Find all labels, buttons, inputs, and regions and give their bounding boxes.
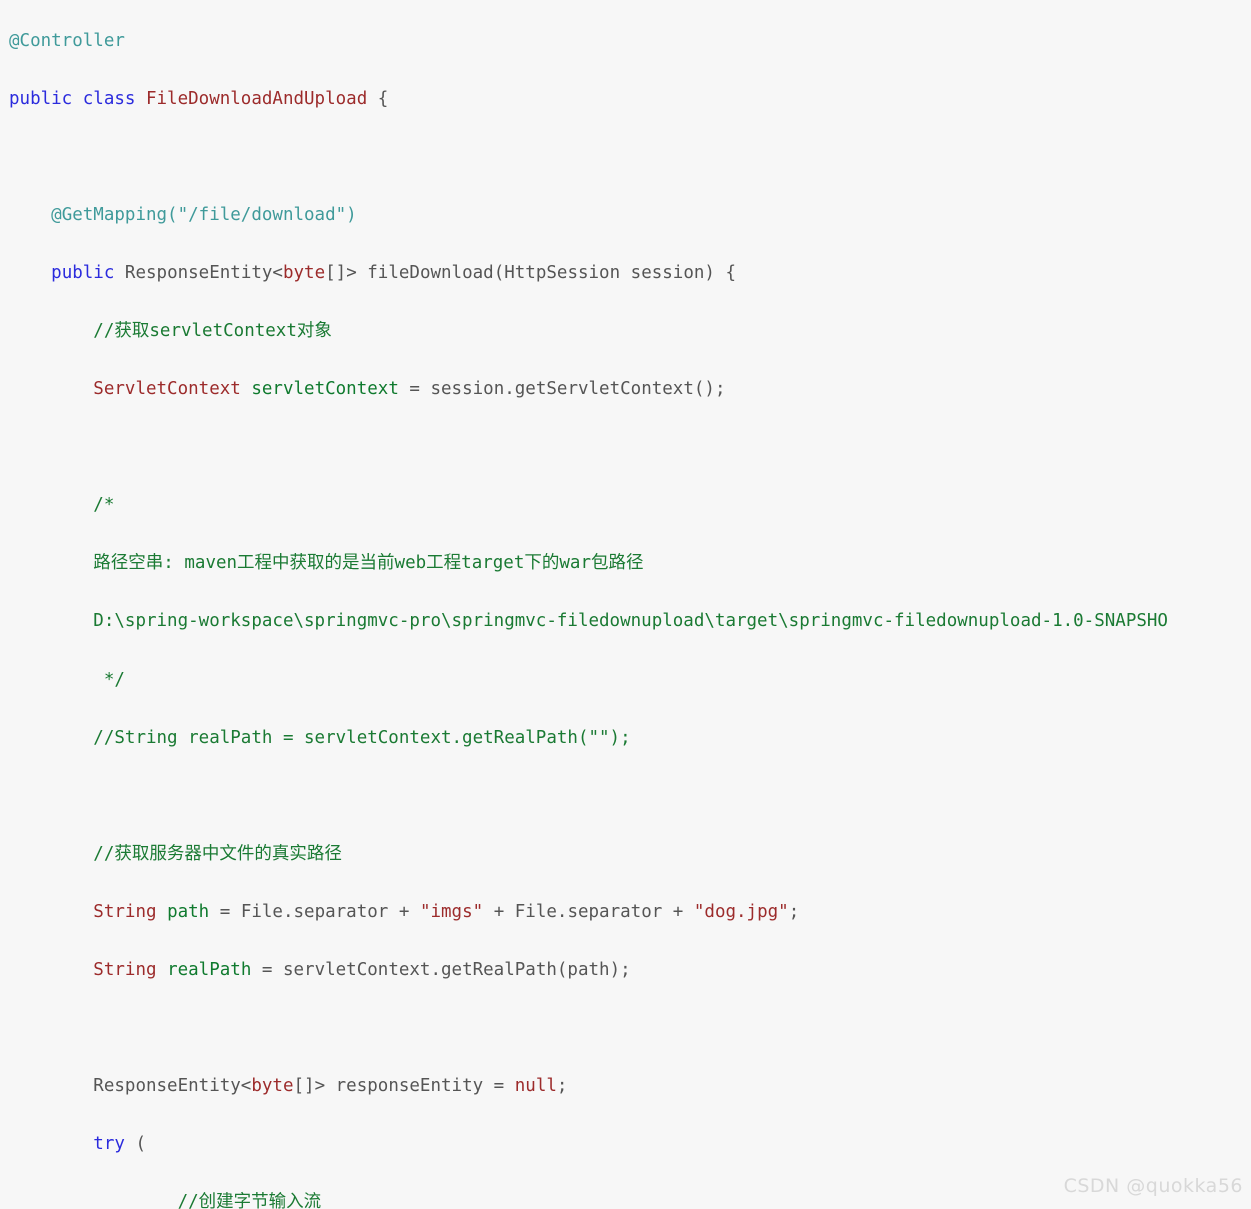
code-token: //获取servletContext对象 — [93, 320, 332, 341]
code-token: servletContext — [251, 379, 399, 400]
code-line: public ResponseEntity<byte[]> fileDownlo… — [9, 259, 1251, 288]
code-token: ServletContext — [93, 379, 241, 400]
code-token: "dog.jpg" — [693, 901, 789, 922]
code-token: String — [93, 960, 157, 980]
code-text[interactable]: @Controller public class FileDownloadAnd… — [9, 27, 1251, 1209]
code-token: = servletContext.getRealPath(path); — [251, 960, 631, 980]
code-token: = session.getServletContext(); — [398, 379, 726, 400]
code-line: //获取服务器中文件的真实路径 — [9, 840, 1251, 869]
code-line: //String realPath = servletContext.getRe… — [9, 724, 1251, 753]
code-token: FileDownloadAndUpload — [145, 88, 368, 109]
code-token: ResponseEntity< — [124, 262, 283, 283]
code-line: ResponseEntity<byte[]> responseEntity = … — [9, 1072, 1251, 1101]
code-token: ResponseEntity< — [93, 1076, 252, 1097]
code-line: ServletContext servletContext = session.… — [9, 375, 1251, 404]
code-token: null — [514, 1076, 557, 1097]
code-line: public class FileDownloadAndUpload { — [9, 85, 1251, 114]
code-token: ( — [124, 1134, 146, 1155]
code-token: String — [93, 901, 157, 922]
code-line: //获取servletContext对象 — [9, 317, 1251, 346]
code-token: byte — [251, 1076, 294, 1097]
code-token: //String realPath = servletContext.getRe… — [93, 727, 631, 748]
code-token: public — [51, 262, 115, 283]
code-token: @Controller — [9, 30, 125, 51]
code-token: + File.separator + — [483, 901, 694, 922]
code-token: D:\spring-workspace\springmvc-pro\spring… — [93, 611, 1168, 632]
code-line: 路径空串: maven工程中获取的是当前web工程target下的war包路径 — [9, 549, 1251, 578]
code-line: /* — [9, 491, 1251, 520]
code-token: @GetMapping( — [51, 204, 178, 225]
csdn-watermark: CSDN @quokka56 — [1063, 1175, 1243, 1197]
code-token: []> fileDownload(HttpSession session) { — [325, 262, 737, 283]
code-token: ; — [788, 901, 800, 922]
code-token: 路径空串: maven工程中获取的是当前web工程target下的war包路径 — [93, 553, 644, 574]
code-token: = File.separator + — [209, 901, 420, 922]
code-token: public class — [9, 88, 136, 109]
code-token: ; — [556, 1076, 568, 1097]
code-token: try — [93, 1134, 125, 1155]
code-line: */ — [9, 666, 1251, 695]
code-token: ) — [346, 204, 357, 225]
code-line: String path = File.separator + "imgs" + … — [9, 898, 1251, 927]
code-token: realPath — [167, 960, 252, 980]
code-token: path — [167, 901, 210, 922]
code-snippet-viewer: @Controller public class FileDownloadAnd… — [0, 0, 1251, 1209]
code-token: { — [367, 88, 389, 109]
code-token: //创建字节输入流 — [177, 1192, 322, 1209]
code-line: String realPath = servletContext.getReal… — [9, 956, 1251, 985]
code-token: "/file/download" — [177, 204, 347, 225]
code-line: D:\spring-workspace\springmvc-pro\spring… — [9, 607, 1251, 636]
code-token: */ — [103, 669, 125, 690]
code-token: "imgs" — [419, 901, 484, 922]
code-line: @GetMapping("/file/download") — [9, 201, 1251, 230]
code-line: try ( — [9, 1130, 1251, 1159]
code-token: /* — [93, 495, 115, 516]
code-token: byte — [282, 262, 326, 283]
code-line: @Controller — [9, 27, 1251, 56]
code-token: //获取服务器中文件的真实路径 — [93, 843, 342, 864]
code-token: []> responseEntity = — [293, 1076, 515, 1097]
